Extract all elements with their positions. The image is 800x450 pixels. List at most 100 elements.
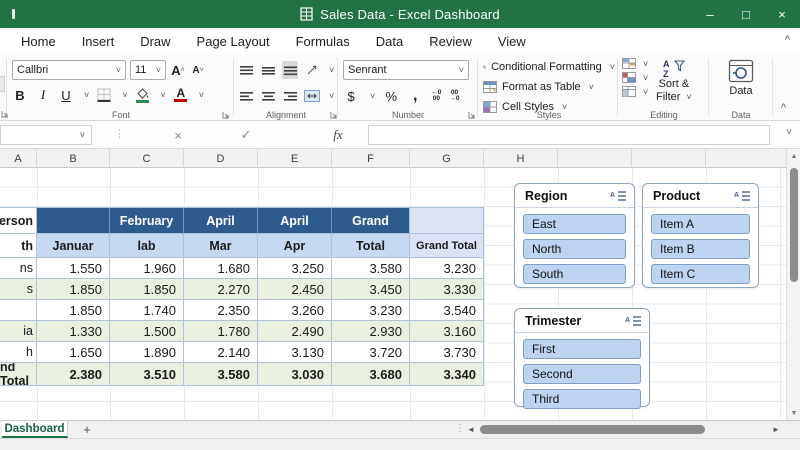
clear-icon[interactable]: [622, 86, 636, 97]
tab-draw[interactable]: Draw: [127, 28, 183, 54]
table-cell[interactable]: 3.730: [410, 342, 484, 363]
number-format-select[interactable]: Senrant ˅: [343, 60, 469, 80]
align-top-button[interactable]: [238, 61, 254, 79]
slicer-item[interactable]: First: [523, 339, 641, 359]
merge-center-button[interactable]: [304, 87, 320, 105]
table-cell[interactable]: lab: [110, 234, 184, 258]
chevron-down-icon[interactable]: ˅: [643, 59, 648, 69]
table-cell[interactable]: February: [110, 208, 184, 234]
table-cell[interactable]: th: [0, 234, 37, 258]
align-bottom-button[interactable]: [282, 61, 298, 79]
table-cell[interactable]: 2.350: [184, 300, 258, 321]
table-cell[interactable]: April: [184, 208, 258, 234]
table-cell[interactable]: 3.230: [332, 300, 410, 321]
table-cell[interactable]: h: [0, 342, 37, 363]
table-cell[interactable]: [0, 300, 37, 321]
table-cell[interactable]: 2.380: [37, 363, 110, 386]
table-cell[interactable]: sperson: [0, 208, 37, 234]
chevron-down-icon[interactable]: ˅: [329, 91, 334, 101]
chevron-down-icon[interactable]: ˅: [643, 87, 648, 97]
scroll-up-icon[interactable]: ▲: [787, 149, 800, 163]
vertical-scroll-thumb[interactable]: [790, 168, 798, 282]
scroll-left-icon[interactable]: ◄: [467, 425, 475, 434]
conditional-formatting-button[interactable]: Conditional Formatting ˅: [483, 57, 615, 77]
column-header-b[interactable]: B: [37, 149, 110, 168]
table-cell[interactable]: 3.680: [332, 363, 410, 386]
table-cell[interactable]: nd Total: [0, 363, 37, 386]
sort-filter-button[interactable]: A Z Sort & Filter ˅: [656, 58, 692, 104]
align-middle-button[interactable]: [260, 61, 276, 79]
table-cell[interactable]: Grand Total: [410, 234, 484, 258]
table-cell[interactable]: 2.450: [258, 279, 332, 300]
currency-format-button[interactable]: $: [343, 87, 359, 105]
chevron-down-icon[interactable]: ˅: [329, 65, 334, 75]
chevron-down-icon[interactable]: ˅: [84, 90, 89, 100]
increase-decimal-button[interactable]: ←0 00: [431, 89, 441, 103]
add-sheet-button[interactable]: +: [78, 421, 96, 438]
scroll-down-icon[interactable]: ▼: [787, 406, 800, 420]
table-cell[interactable]: ia: [0, 321, 37, 342]
table-cell[interactable]: ns: [0, 258, 37, 279]
column-header-d[interactable]: D: [184, 149, 258, 168]
table-cell[interactable]: 3.580: [184, 363, 258, 386]
tab-view[interactable]: View: [485, 28, 539, 54]
table-cell[interactable]: 2.270: [184, 279, 258, 300]
scrollbar-split-handle[interactable]: ⋮: [455, 423, 465, 434]
underline-button[interactable]: U: [58, 86, 74, 104]
table-cell[interactable]: 3.540: [410, 300, 484, 321]
ribbon-display-options-icon[interactable]: ^: [785, 34, 790, 46]
slicer-item[interactable]: Item C: [651, 264, 750, 284]
table-cell[interactable]: 3.450: [332, 279, 410, 300]
table-cell[interactable]: 3.580: [332, 258, 410, 279]
italic-button[interactable]: I: [35, 86, 51, 104]
table-cell[interactable]: 2.930: [332, 321, 410, 342]
column-header-blank[interactable]: [706, 149, 786, 168]
expand-formula-bar-icon[interactable]: ˅: [786, 127, 792, 138]
slicer-item[interactable]: East: [523, 214, 626, 234]
vertical-scrollbar[interactable]: ▲ ▼: [786, 149, 800, 420]
minimize-button[interactable]: –: [692, 0, 728, 28]
column-header-g[interactable]: G: [410, 149, 484, 168]
slicer-item[interactable]: North: [523, 239, 626, 259]
name-box[interactable]: ˅: [0, 125, 92, 145]
dialog-launcher-icon[interactable]: [1, 110, 9, 118]
tab-insert[interactable]: Insert: [69, 28, 128, 54]
table-cell[interactable]: 1.850: [37, 300, 110, 321]
chevron-down-icon[interactable]: ˅: [122, 90, 127, 100]
font-color-button[interactable]: A: [173, 86, 189, 104]
table-cell[interactable]: 1.960: [110, 258, 184, 279]
table-cell[interactable]: 3.130: [258, 342, 332, 363]
table-cell[interactable]: 1.740: [110, 300, 184, 321]
slicer-item[interactable]: Third: [523, 389, 641, 409]
decrease-decimal-button[interactable]: 00 →0: [449, 89, 459, 103]
slicer-multiselect-icon[interactable]: A: [625, 315, 642, 327]
slicer-multiselect-icon[interactable]: A: [610, 190, 627, 202]
table-cell[interactable]: 3.510: [110, 363, 184, 386]
comma-format-button[interactable]: ,: [407, 87, 423, 105]
horizontal-scroll-thumb[interactable]: [480, 425, 705, 434]
formula-input[interactable]: [368, 125, 770, 145]
fill-color-button[interactable]: [135, 86, 151, 104]
tab-home[interactable]: Home: [8, 28, 69, 54]
table-cell[interactable]: Mar: [184, 234, 258, 258]
close-button[interactable]: ×: [764, 0, 800, 28]
table-cell[interactable]: 1.890: [110, 342, 184, 363]
format-as-table-button[interactable]: Format as Table ˅: [483, 77, 615, 97]
borders-button[interactable]: [96, 86, 112, 104]
collapse-ribbon-icon[interactable]: ^: [781, 102, 786, 114]
align-center-button[interactable]: [260, 87, 276, 105]
sheet-grid[interactable]: sperson February April April Grand th Ja…: [0, 168, 786, 420]
column-header-f[interactable]: F: [332, 149, 410, 168]
font-size-select[interactable]: 11 ˅: [130, 60, 166, 80]
table-cell[interactable]: Total: [332, 234, 410, 258]
table-cell[interactable]: [37, 208, 110, 234]
table-cell[interactable]: 1.500: [110, 321, 184, 342]
table-cell[interactable]: 3.230: [410, 258, 484, 279]
column-header-c[interactable]: C: [110, 149, 184, 168]
cancel-icon[interactable]: ×: [168, 125, 188, 145]
tab-page-layout[interactable]: Page Layout: [184, 28, 283, 54]
table-cell[interactable]: 1.680: [184, 258, 258, 279]
align-left-button[interactable]: [238, 87, 254, 105]
enter-icon[interactable]: ✓: [236, 125, 256, 145]
table-cell[interactable]: 3.260: [258, 300, 332, 321]
